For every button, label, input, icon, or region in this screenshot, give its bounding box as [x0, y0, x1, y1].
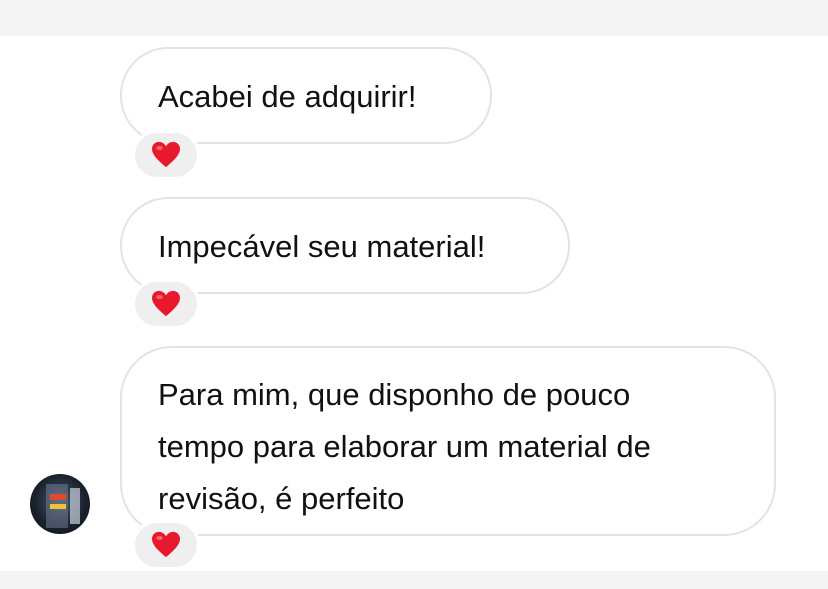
reaction-badge[interactable]	[132, 130, 200, 180]
bottom-band	[0, 571, 828, 589]
message-text-line: Acabei de adquirir!	[158, 79, 417, 114]
reaction-badge[interactable]	[132, 520, 200, 570]
top-band	[0, 0, 828, 36]
heart-icon	[152, 141, 180, 168]
reaction-badge[interactable]	[132, 279, 200, 329]
avatar-photo-detail	[50, 494, 66, 500]
message-bubble[interactable]: Impecável seu material!	[120, 197, 570, 294]
message-bubble[interactable]: Para mim, que disponho de pouco tempo pa…	[120, 346, 776, 536]
message-text-line: Para mim, que disponho de pouco	[158, 377, 631, 412]
avatar-photo-detail	[50, 504, 66, 509]
sender-avatar[interactable]	[30, 474, 90, 534]
avatar-photo-detail	[70, 488, 80, 524]
heart-icon	[152, 290, 180, 317]
heart-icon	[152, 531, 180, 558]
message-text-line: Impecável seu material!	[158, 229, 486, 264]
message-text-line: revisão, é perfeito	[158, 481, 405, 516]
message-text-line: tempo para elaborar um material de	[158, 429, 651, 464]
